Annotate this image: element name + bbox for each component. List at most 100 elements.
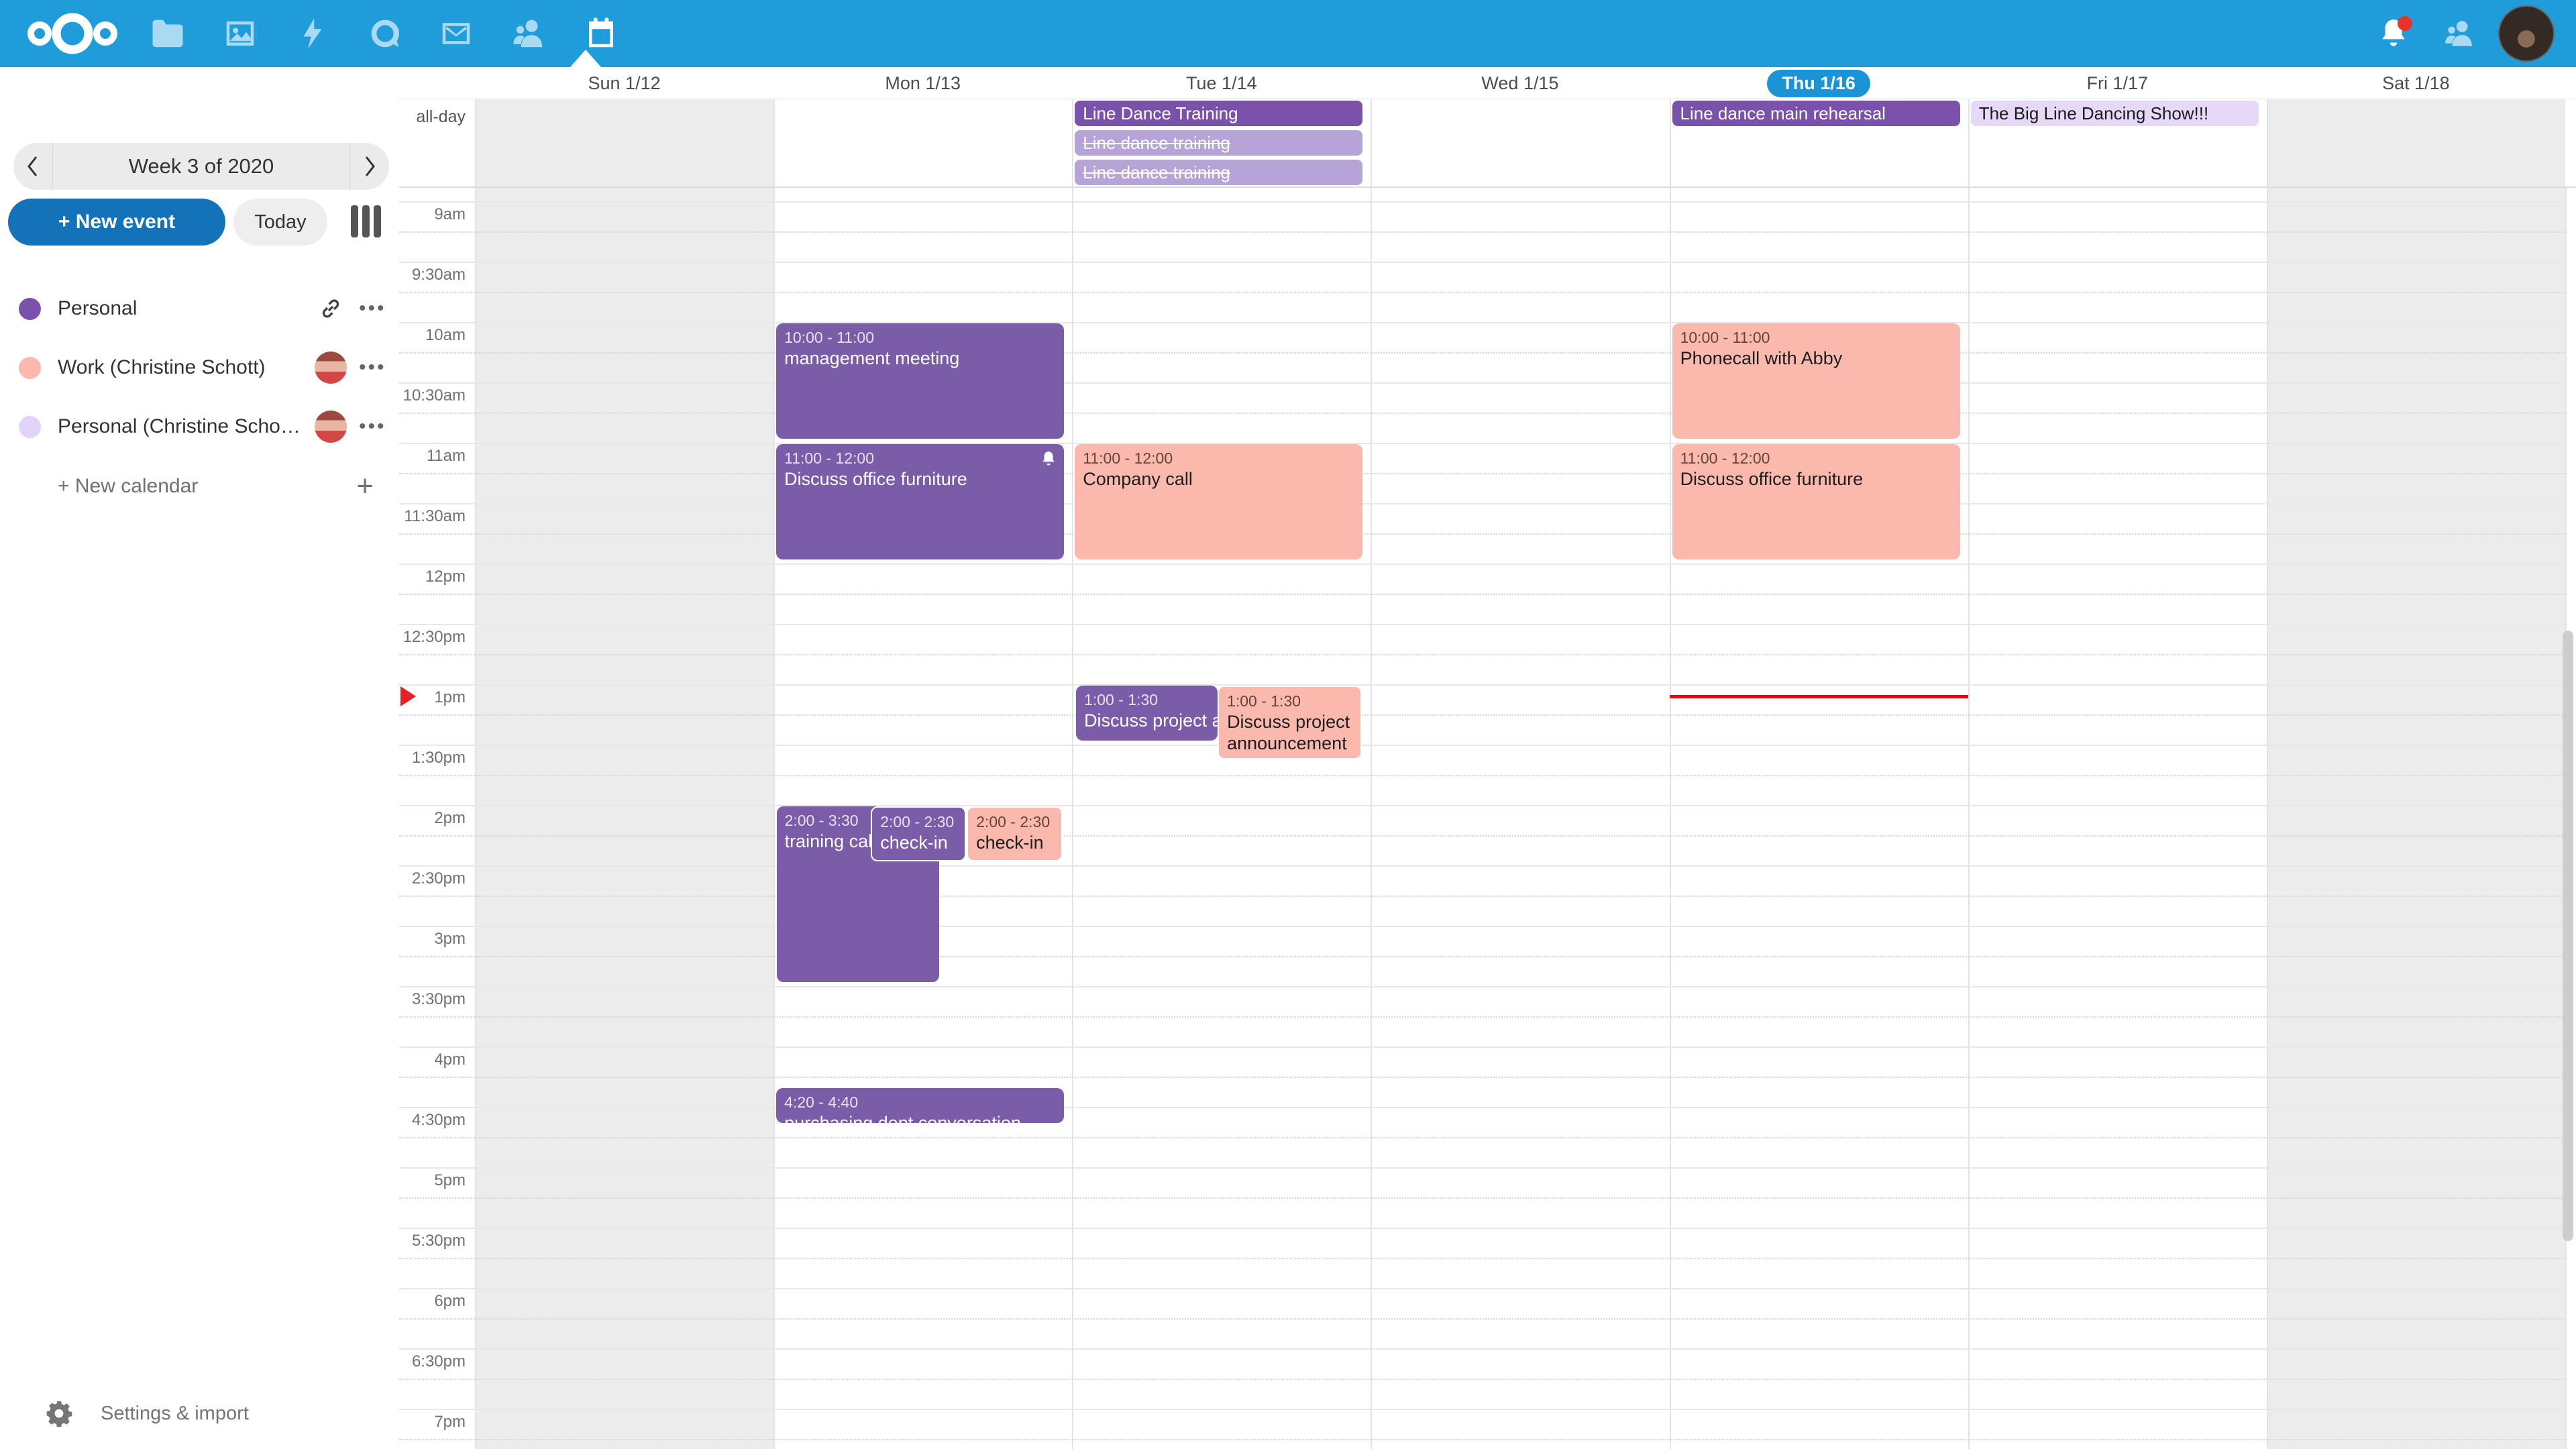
event-time: 1:00 - 1:30 bbox=[1227, 691, 1352, 711]
reminder-bell-icon bbox=[1040, 450, 1057, 468]
calendar-actions-menu-icon[interactable]: ••• bbox=[359, 297, 399, 320]
calendar-color-dot[interactable] bbox=[19, 357, 41, 379]
event-title: check-in bbox=[976, 832, 1053, 853]
hour-line bbox=[399, 1107, 2565, 1108]
today-button[interactable]: Today bbox=[233, 199, 327, 246]
calendar-event[interactable]: 10:00 - 11:00Phonecall with Abby bbox=[1672, 323, 1960, 439]
hour-line bbox=[399, 443, 2565, 444]
files-app-icon[interactable] bbox=[134, 0, 201, 67]
calendar-list-item[interactable]: Personal ••• bbox=[0, 279, 399, 338]
column-border bbox=[1072, 188, 1073, 1449]
hour-line bbox=[399, 201, 2565, 203]
calendar-event[interactable]: 2:00 - 2:30check-in bbox=[967, 806, 1063, 861]
calendar-event[interactable]: 1:00 - 1:30Discuss project announcement bbox=[1076, 686, 1218, 741]
contacts-menu-icon[interactable] bbox=[2426, 0, 2493, 67]
day-header-tue[interactable]: Tue 1/14 bbox=[1072, 67, 1371, 99]
hour-line bbox=[399, 624, 2565, 625]
quarter-hour-line bbox=[399, 473, 2565, 474]
calendar-event[interactable]: 1:00 - 1:30Discuss project announcement bbox=[1218, 686, 1362, 759]
contacts-app-icon[interactable] bbox=[495, 0, 562, 67]
all-day-event[interactable]: Line Dance Training bbox=[1075, 101, 1362, 126]
column-border bbox=[475, 188, 476, 1449]
time-axis-label: 3:30pm bbox=[399, 990, 466, 1009]
day-header-mon[interactable]: Mon 1/13 bbox=[773, 67, 1072, 99]
new-event-button[interactable]: + New event bbox=[8, 199, 225, 246]
shared-by-avatar bbox=[315, 352, 347, 384]
event-time: 11:00 - 12:00 bbox=[784, 448, 1056, 468]
activity-app-icon[interactable] bbox=[279, 0, 346, 67]
all-day-event[interactable]: Line dance main rehearsal bbox=[1672, 101, 1960, 126]
day-header-sun[interactable]: Sun 1/12 bbox=[475, 67, 773, 99]
time-axis-label: 5pm bbox=[399, 1171, 466, 1190]
week-switcher[interactable]: Week 3 of 2020 bbox=[13, 143, 389, 190]
vertical-scrollbar[interactable] bbox=[2563, 631, 2573, 1241]
calendar-event[interactable]: 2:00 - 2:30check-in bbox=[871, 806, 966, 861]
quarter-hour-line bbox=[399, 654, 2565, 655]
quarter-hour-line bbox=[399, 1379, 2565, 1380]
day-header-thu[interactable]: Thu 1/16 bbox=[1670, 67, 1968, 99]
calendar-color-dot[interactable] bbox=[19, 416, 41, 438]
time-axis-label: 2:30pm bbox=[399, 869, 466, 888]
hour-line bbox=[399, 382, 2565, 384]
all-day-event[interactable]: Line dance training bbox=[1075, 130, 1362, 156]
time-axis-label: 9am bbox=[399, 205, 466, 224]
new-calendar-button[interactable]: + New calendar + bbox=[0, 460, 399, 513]
weekend-shade bbox=[475, 99, 773, 186]
plus-icon: + bbox=[356, 470, 399, 503]
event-title: Discuss office furniture bbox=[784, 468, 1056, 490]
quarter-hour-line bbox=[399, 714, 2565, 716]
event-time: 10:00 - 11:00 bbox=[784, 327, 1056, 347]
calendar-event[interactable]: 11:00 - 12:00Discuss office furniture bbox=[1672, 444, 1960, 559]
calendar-week-view: Sun 1/12 Mon 1/13 Tue 1/14 Wed 1/15 Thu 1/16… bbox=[399, 67, 2576, 1449]
event-title: Discuss project announcement bbox=[1227, 711, 1352, 754]
day-label: Mon 1/13 bbox=[885, 73, 961, 94]
quarter-hour-line bbox=[399, 1318, 2565, 1320]
shared-by-avatar bbox=[315, 411, 347, 443]
calendar-event[interactable]: 11:00 - 12:00Discuss office furniture bbox=[776, 444, 1064, 559]
top-navigation-bar bbox=[0, 0, 2576, 67]
user-avatar[interactable] bbox=[2498, 5, 2555, 62]
weekend-shade bbox=[2267, 188, 2565, 1449]
nextcloud-logo[interactable] bbox=[12, 0, 133, 67]
calendar-list-item[interactable]: Personal (Christine Scho…••• bbox=[0, 397, 399, 456]
calendar-color-dot[interactable] bbox=[19, 298, 41, 320]
calendar-actions-menu-icon[interactable]: ••• bbox=[359, 356, 399, 379]
settings-import-button[interactable]: Settings & import bbox=[0, 1390, 399, 1437]
photos-app-icon[interactable] bbox=[207, 0, 274, 67]
quarter-hour-line bbox=[399, 1137, 2565, 1138]
hour-line bbox=[399, 1046, 2565, 1048]
hour-line bbox=[399, 322, 2565, 323]
mail-app-icon[interactable] bbox=[423, 0, 490, 67]
day-header-fri[interactable]: Fri 1/17 bbox=[1968, 67, 2267, 99]
time-axis-label: 6:30pm bbox=[399, 1352, 466, 1371]
time-axis-label: 10am bbox=[399, 326, 466, 345]
day-header-row: Sun 1/12 Mon 1/13 Tue 1/14 Wed 1/15 Thu 1/16… bbox=[399, 67, 2576, 99]
talk-app-icon[interactable] bbox=[352, 0, 419, 67]
notifications-bell-icon[interactable] bbox=[2360, 0, 2427, 67]
calendar-event[interactable]: 4:20 - 4:40purchasing dept conversation bbox=[776, 1088, 1064, 1123]
all-day-event[interactable]: The Big Line Dancing Show!!! bbox=[1971, 101, 2259, 126]
event-time: 2:00 - 2:30 bbox=[880, 812, 957, 832]
day-label: Tue 1/14 bbox=[1186, 73, 1257, 94]
time-axis-label: 3pm bbox=[399, 930, 466, 949]
share-link-icon[interactable] bbox=[315, 292, 347, 325]
quarter-hour-line bbox=[399, 533, 2565, 535]
previous-week-button[interactable] bbox=[13, 143, 52, 190]
calendar-event[interactable]: 11:00 - 12:00Company call bbox=[1075, 444, 1362, 559]
calendar-name: Personal bbox=[58, 297, 315, 320]
time-axis-label: 2pm bbox=[399, 809, 466, 828]
day-label: Sat 1/18 bbox=[2382, 73, 2450, 94]
all-day-event[interactable]: Line dance training bbox=[1075, 160, 1362, 185]
hour-line bbox=[399, 262, 2565, 263]
next-week-button[interactable] bbox=[350, 143, 389, 190]
day-header-sat[interactable]: Sat 1/18 bbox=[2267, 67, 2565, 99]
hour-line bbox=[399, 1409, 2565, 1410]
view-mode-toggle-icon[interactable] bbox=[348, 205, 383, 239]
day-header-wed[interactable]: Wed 1/15 bbox=[1371, 67, 1669, 99]
calendar-event[interactable]: 10:00 - 11:00management meeting bbox=[776, 323, 1064, 439]
calendar-list-item[interactable]: Work (Christine Schott)••• bbox=[0, 338, 399, 397]
calendar-actions-menu-icon[interactable]: ••• bbox=[359, 415, 399, 438]
time-axis-label: 11:30am bbox=[399, 507, 466, 526]
hour-line bbox=[399, 745, 2565, 746]
today-pill: Thu 1/16 bbox=[1767, 70, 1870, 97]
